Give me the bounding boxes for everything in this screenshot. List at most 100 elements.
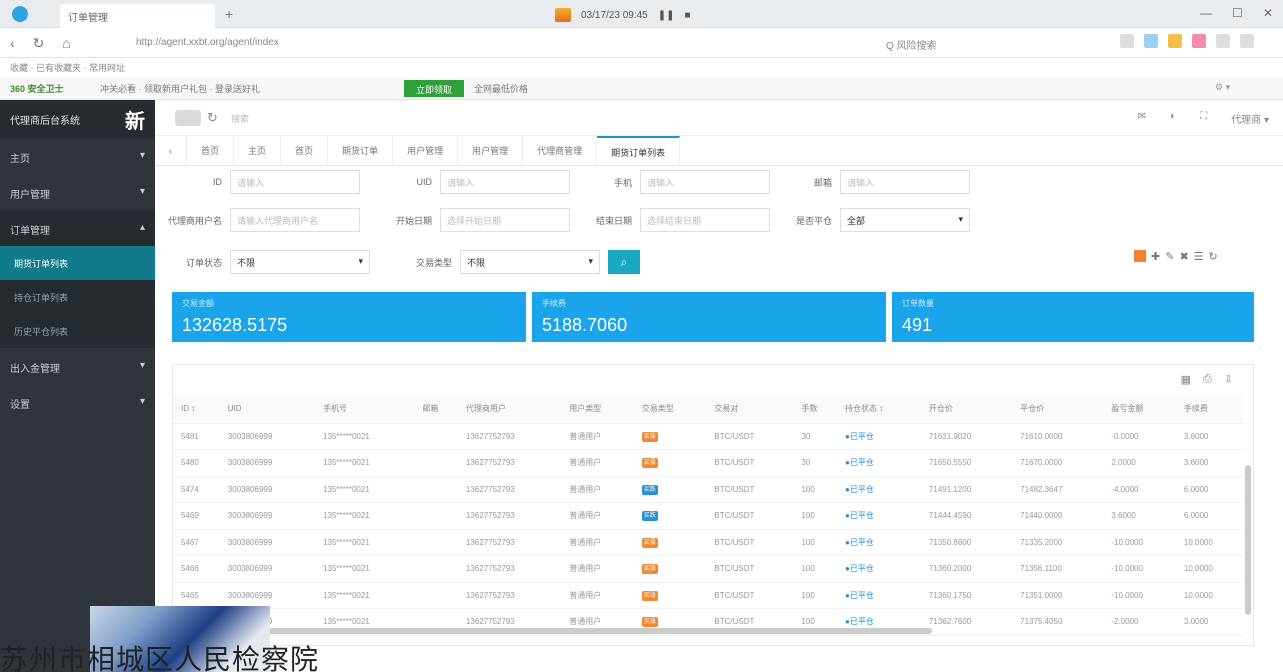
sidebar-item-funds[interactable]: 出入金管理 ▾ <box>0 348 155 384</box>
sidebar-item-settings[interactable]: 设置 ▾ <box>0 384 155 420</box>
tab-5[interactable]: 用户管理 <box>458 135 524 166</box>
cell-email <box>414 423 458 450</box>
undo-icon[interactable] <box>1240 34 1254 48</box>
sidebar-item-label: 用户管理 <box>10 190 50 201</box>
table-row[interactable]: 5465 3003806999 135*****0021 13627752793 普通用… <box>173 582 1243 609</box>
ext-more[interactable]: 全网最低价格 <box>474 82 528 95</box>
sidebar-sub-closed-orders[interactable]: 历史平仓列表 <box>0 314 155 348</box>
cell-open: 71444.4590 <box>920 502 1013 530</box>
reload-icon[interactable]: ↻ <box>207 110 218 126</box>
refresh-table-icon[interactable]: ↻ <box>1209 250 1218 263</box>
capture-icon[interactable] <box>1144 34 1158 48</box>
tab-active[interactable]: 期货订单列表 <box>597 135 681 166</box>
home-icon[interactable]: ⌂ <box>62 35 70 52</box>
agent-username-input[interactable]: 请输入代理商用户名 <box>230 208 360 232</box>
user-menu[interactable]: 代理商 ▾ <box>1231 111 1269 126</box>
list-icon[interactable]: ☰ <box>1194 250 1204 263</box>
url-field[interactable]: http://agent.xxbt.org/agent/index <box>130 34 830 52</box>
font-icon[interactable] <box>1120 34 1134 48</box>
tab-1[interactable]: 主页 <box>234 135 282 166</box>
refresh-icon[interactable]: ↻ <box>33 35 45 52</box>
new-tab-icon[interactable]: + <box>225 6 233 22</box>
minimize-icon[interactable]: — <box>1200 6 1212 20</box>
browser-tab[interactable]: 订单管理 <box>60 4 215 28</box>
tab-0[interactable]: 首页 <box>187 135 235 166</box>
sidebar-sub-position-orders[interactable]: 持仓订单列表 <box>0 280 155 314</box>
cell-utype: 普通用户 <box>561 529 634 556</box>
filter-label: 手机 <box>613 177 632 188</box>
columns-icon[interactable]: ▦ <box>1181 373 1191 386</box>
export-icon[interactable] <box>1134 250 1146 262</box>
cell-phone: 135*****0021 <box>315 582 415 609</box>
header-search[interactable]: 搜索 <box>231 112 249 125</box>
end-date-input[interactable]: 选择结束日期 <box>640 208 770 232</box>
stop-icon[interactable]: ■ <box>685 10 691 21</box>
cell-utype: 普通用户 <box>561 449 634 477</box>
menu-toggle-icon[interactable] <box>175 110 201 126</box>
theme-icon[interactable]: ◐ <box>1170 111 1176 126</box>
message-icon[interactable]: ✉ <box>1138 111 1146 126</box>
edit-icon[interactable]: ✎ <box>1165 250 1174 263</box>
tab-3[interactable]: 期货订单 <box>328 135 394 166</box>
cell-uid: 3003806999 <box>219 423 316 450</box>
pause-icon[interactable]: ❚❚ <box>658 10 675 21</box>
table-row[interactable]: 5469 3003806999 135*****0021 13627752793 普通用… <box>173 502 1243 530</box>
print-icon[interactable]: ⎙ <box>1203 373 1212 386</box>
sidebar-item-home[interactable]: 主页 ▾ <box>0 138 155 174</box>
col-status[interactable]: 持仓状态 ↕ <box>837 395 921 424</box>
uid-input[interactable]: 请输入 <box>440 170 570 194</box>
export-table-icon[interactable]: ⇩ <box>1224 373 1233 386</box>
search-button[interactable]: ⌕ <box>608 250 640 274</box>
cell-pnl: -10.0000 <box>1103 529 1176 556</box>
sidebar-item-users[interactable]: 用户管理 ▾ <box>0 174 155 210</box>
cell-fee: 10.0000 <box>1175 582 1243 609</box>
start-date-input[interactable]: 选择开始日期 <box>440 208 570 232</box>
chevron-up-icon: ▴ <box>139 222 145 233</box>
id-input[interactable]: 请输入 <box>230 170 360 194</box>
order-status-select[interactable]: 不限 ▾ <box>230 250 370 274</box>
star-icon[interactable] <box>1168 34 1182 48</box>
sidebar: 代理商后台系统 新 主页 ▾ 用户管理 ▾ 订单管理 ▴ 期货订单列表 持仓订单列表 … <box>0 100 155 672</box>
cell-phone: 135*****0021 <box>315 502 415 530</box>
table-row[interactable]: 5480 3003806999 135*****0021 13627752793 普通用… <box>173 449 1243 477</box>
table-row[interactable]: 5466 3003806999 135*****0021 13627752793 普通用… <box>173 555 1243 583</box>
phone-input[interactable]: 请输入 <box>640 170 770 194</box>
delete-icon[interactable]: ✖ <box>1179 250 1188 263</box>
ext-green-button[interactable]: 立即领取 <box>404 80 464 97</box>
tab-6[interactable]: 代理商管理 <box>523 135 598 166</box>
closed-select[interactable]: 全部 ▾ <box>840 208 970 232</box>
plugin-icon[interactable] <box>1192 34 1206 48</box>
trade-type-badge: 买跌 <box>641 484 658 495</box>
grid-icon[interactable] <box>1216 34 1230 48</box>
trade-type-select[interactable]: 不限 ▾ <box>460 250 600 274</box>
browser-search[interactable]: Q 风险搜索 <box>880 34 1020 52</box>
col-phone: 手机号 <box>315 395 415 424</box>
back-icon[interactable]: ‹ <box>10 35 15 52</box>
table-vscrollbar[interactable] <box>1245 465 1251 615</box>
filter-label: 结束日期 <box>595 215 632 226</box>
tab-4[interactable]: 用户管理 <box>393 135 459 166</box>
close-icon[interactable]: ✕ <box>1263 6 1273 20</box>
stat-title: 交易金额 <box>182 299 214 308</box>
col-id[interactable]: ID ↕ <box>173 395 220 424</box>
chevron-down-icon: ▾ <box>139 396 145 407</box>
filter-label: 订单状态 <box>185 257 222 268</box>
cell-trade-type: 买涨 <box>633 555 707 583</box>
page-tabs: ‹ 首页 主页 首页 期货订单 用户管理 用户管理 代理商管理 期货订单列表 <box>155 135 1283 166</box>
table-row[interactable]: 5481 3003806999 135*****0021 13627752793 普通用… <box>173 423 1243 450</box>
fullscreen-icon[interactable]: ⛶ <box>1200 111 1207 126</box>
cell-fee: 6.0000 <box>1175 476 1243 503</box>
sidebar-item-orders[interactable]: 订单管理 ▴ <box>0 210 155 246</box>
ext-settings-icon[interactable]: ⚙ ▾ <box>1215 82 1230 93</box>
tabs-prev-icon[interactable]: ‹ <box>155 135 187 166</box>
tab-2[interactable]: 首页 <box>281 135 329 166</box>
table-row[interactable]: 5467 3003806999 135*****0021 13627752793 普通用… <box>173 529 1243 556</box>
filter-label: 邮箱 <box>813 177 832 188</box>
filter-form: ID 请输入 UID 请输入 手机 请输入 邮箱 请输入 代理商用户名 请输入代理商用户名… <box>160 166 1270 286</box>
add-icon[interactable]: ✚ <box>1151 250 1160 263</box>
table-hscrollbar[interactable] <box>172 628 932 634</box>
maximize-icon[interactable]: ☐ <box>1232 6 1243 20</box>
email-input[interactable]: 请输入 <box>840 170 970 194</box>
sidebar-sub-futures-orders[interactable]: 期货订单列表 <box>0 246 155 280</box>
table-row[interactable]: 5474 3003806999 135*****0021 13627752793 普通用… <box>173 476 1243 503</box>
